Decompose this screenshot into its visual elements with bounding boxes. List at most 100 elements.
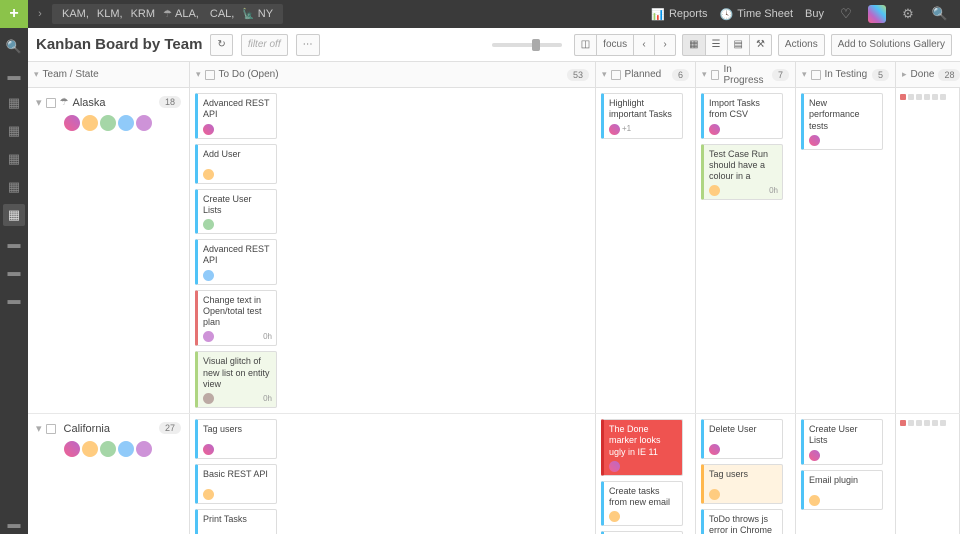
lane-name: California: [64, 423, 110, 435]
actions-button[interactable]: Actions: [778, 34, 825, 56]
card-title: Highlight important Tasks: [609, 98, 678, 121]
kanban-card[interactable]: Email plugin: [801, 470, 883, 510]
heart-icon[interactable]: ♡: [836, 4, 856, 24]
kanban-card[interactable]: Advanced REST API: [195, 239, 277, 285]
kanban-card[interactable]: Tag users: [195, 419, 277, 459]
cards-column-todo[interactable]: Advanced REST API Add User Create User Lis…: [190, 88, 596, 413]
filter-button[interactable]: filter off: [241, 34, 288, 56]
folder-icon[interactable]: ▬: [3, 288, 25, 310]
grid-icon[interactable]: ▦: [3, 92, 25, 114]
assignee-avatar: [203, 219, 214, 230]
grid-icon[interactable]: ▦: [3, 120, 25, 142]
column-header-intesting[interactable]: ▾ In Testing 5: [796, 62, 896, 87]
kanban-card[interactable]: Change text in Open/total test plan0h: [195, 290, 277, 347]
card-meta: [809, 450, 878, 461]
kanban-card[interactable]: Create User Lists: [801, 419, 883, 465]
zoom-slider[interactable]: [492, 43, 562, 47]
cards-column-intesting[interactable]: New performance tests: [796, 88, 896, 413]
kanban-card[interactable]: Delete User: [701, 419, 783, 459]
add-button[interactable]: +: [0, 0, 28, 28]
kanban-card[interactable]: Import Tasks from CSV: [701, 93, 783, 139]
buy-link[interactable]: Buy: [805, 8, 824, 20]
count-badge: 28: [938, 69, 960, 81]
kanban-card[interactable]: Basic REST API: [195, 464, 277, 504]
gear-icon[interactable]: ⚙: [898, 4, 918, 24]
assignee-avatar: [203, 270, 214, 281]
lane-label[interactable]: ▾ California 27: [28, 414, 190, 534]
kanban-card[interactable]: New performance tests: [801, 93, 883, 150]
sidebar-search-icon[interactable]: 🔍: [3, 36, 25, 58]
checkbox[interactable]: [811, 70, 821, 80]
grid-icon[interactable]: ▦: [3, 176, 25, 198]
assignee-avatar: [203, 169, 214, 180]
cards-column-done[interactable]: [896, 88, 960, 413]
checkbox[interactable]: [46, 424, 56, 434]
mini-card-dot: [908, 420, 914, 426]
add-gallery-button[interactable]: Add to Solutions Gallery: [831, 34, 952, 56]
timesheet-link[interactable]: 🕓Time Sheet: [719, 8, 793, 21]
column-header-todo[interactable]: ▾ To Do (Open) 53: [190, 62, 596, 87]
column-header-planned[interactable]: ▾ Planned 6: [596, 62, 696, 87]
column-header-inprogress[interactable]: ▾ In Progress 7: [696, 62, 796, 87]
cards-column-todo[interactable]: Tag usersBasic REST APIPrint Tasks+1Basi…: [190, 414, 596, 534]
reports-link[interactable]: 📊Reports: [651, 8, 707, 21]
board-body[interactable]: ▾ ☂ Alaska 18 Advanced REST API Add User C…: [28, 88, 960, 534]
view-cards-icon[interactable]: ▦: [682, 34, 705, 56]
kanban-card[interactable]: Tag users: [701, 464, 783, 504]
focus-button[interactable]: focus: [596, 34, 634, 56]
card-title: Import Tasks from CSV: [709, 98, 778, 121]
folder-icon[interactable]: ▬: [3, 260, 25, 282]
mini-card-dot: [900, 420, 906, 426]
kanban-card[interactable]: Test Case Run should have a colour in a0…: [701, 144, 783, 201]
checkbox[interactable]: [711, 70, 720, 80]
view-list-icon[interactable]: ☰: [705, 34, 728, 56]
folder-icon[interactable]: ▬: [3, 64, 25, 86]
assignee-avatar: [809, 450, 820, 461]
checkbox[interactable]: [46, 98, 56, 108]
cards-column-intesting[interactable]: Create User Lists Email plugin: [796, 414, 896, 534]
view-settings-icon[interactable]: ⚒: [749, 34, 772, 56]
kanban-card[interactable]: ToDo throws js error in Chrome 303h: [701, 509, 783, 534]
kanban-card[interactable]: Create User Lists: [195, 189, 277, 235]
cards-column-inprogress[interactable]: Import Tasks from CSV Test Case Run shoul…: [696, 88, 796, 413]
cards-column-done[interactable]: [896, 414, 960, 534]
layout-split-icon[interactable]: ◫: [574, 34, 597, 56]
card-meta: [609, 461, 678, 472]
card-meta: +1: [609, 124, 678, 135]
kanban-card[interactable]: Visual glitch of new list on entity view…: [195, 351, 277, 408]
nav-chevron-icon[interactable]: ›: [28, 0, 52, 28]
kanban-card[interactable]: Highlight important Tasks +1: [601, 93, 683, 139]
next-icon[interactable]: ›: [654, 34, 676, 56]
prev-icon[interactable]: ‹: [633, 34, 655, 56]
view-compact-icon[interactable]: ▤: [727, 34, 750, 56]
zoom-handle[interactable]: [532, 39, 540, 51]
cards-column-planned[interactable]: The Done marker looks ugly in IE 11 Creat…: [596, 414, 696, 534]
count-badge: 6: [672, 69, 689, 81]
kanban-card[interactable]: Add User: [195, 144, 277, 184]
search-icon[interactable]: 🔍: [930, 4, 950, 24]
folder-icon[interactable]: ▬: [3, 232, 25, 254]
breadcrumb[interactable]: KAM, KLM, KRM ☂ALA, CAL, 🗽NY: [52, 4, 283, 24]
kanban-card[interactable]: Create tasks from new email: [601, 481, 683, 527]
grid-icon[interactable]: ▦: [3, 148, 25, 170]
kanban-card[interactable]: Advanced REST API: [195, 93, 277, 139]
card-meta: [809, 135, 878, 146]
column-header-team[interactable]: ▾ Team / State: [28, 62, 190, 87]
folder-icon[interactable]: ▬: [3, 512, 25, 534]
card-meta: [709, 444, 778, 455]
refresh-button[interactable]: ↻: [210, 34, 232, 56]
cards-column-planned[interactable]: Highlight important Tasks +1: [596, 88, 696, 413]
breadcrumb-text: ALA,: [175, 8, 199, 20]
kanban-card[interactable]: Print Tasks+1: [195, 509, 277, 534]
cards-column-inprogress[interactable]: Delete User Tag users ToDo throws js error…: [696, 414, 796, 534]
checkbox[interactable]: [611, 70, 621, 80]
more-button[interactable]: ⋯: [296, 34, 320, 56]
card-title: Visual glitch of new list on entity view: [203, 356, 272, 390]
column-header-done[interactable]: ▸ Done 28: [896, 62, 960, 87]
board-icon[interactable]: ▦: [3, 204, 25, 226]
lane-label[interactable]: ▾ ☂ Alaska 18: [28, 88, 190, 413]
kanban-card[interactable]: The Done marker looks ugly in IE 11: [601, 419, 683, 476]
checkbox[interactable]: [205, 70, 215, 80]
done-dots: [900, 420, 955, 426]
user-avatar[interactable]: [868, 5, 886, 23]
